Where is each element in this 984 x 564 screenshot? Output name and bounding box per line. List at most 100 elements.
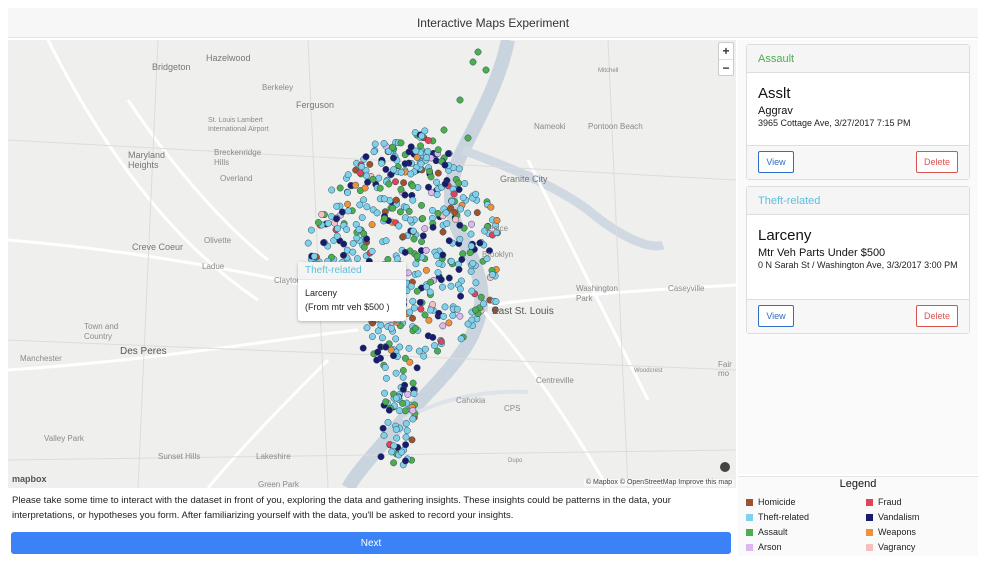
crime-marker[interactable] [457, 335, 465, 343]
crime-marker[interactable] [338, 208, 346, 216]
crime-marker[interactable] [374, 327, 382, 335]
crime-marker[interactable] [456, 312, 464, 320]
crime-marker[interactable] [378, 334, 386, 342]
crime-marker[interactable] [412, 147, 420, 155]
crime-marker[interactable] [374, 348, 382, 356]
crime-marker[interactable] [492, 298, 500, 306]
crime-marker[interactable] [434, 169, 442, 177]
crime-marker[interactable] [377, 453, 385, 461]
crime-marker[interactable] [392, 178, 399, 186]
crime-marker[interactable] [401, 160, 409, 168]
crime-marker[interactable] [371, 140, 379, 148]
crime-marker[interactable] [440, 126, 448, 134]
crime-marker[interactable] [376, 184, 384, 192]
crime-marker[interactable] [459, 194, 467, 202]
crime-marker[interactable] [375, 174, 383, 182]
crime-marker[interactable] [390, 442, 398, 450]
crime-marker[interactable] [402, 457, 409, 465]
crime-marker[interactable] [344, 189, 352, 196]
crime-marker[interactable] [334, 225, 342, 232]
crime-marker[interactable] [433, 191, 441, 199]
crime-marker[interactable] [377, 321, 385, 329]
crime-marker[interactable] [413, 153, 421, 161]
crime-marker[interactable] [449, 312, 457, 319]
crime-marker[interactable] [392, 394, 400, 402]
crime-marker[interactable] [457, 292, 465, 300]
crime-marker[interactable] [344, 171, 352, 179]
crime-marker[interactable] [405, 344, 413, 352]
crime-marker[interactable] [409, 182, 417, 190]
crime-marker[interactable] [382, 165, 390, 173]
crime-marker[interactable] [455, 266, 463, 273]
crime-marker[interactable] [437, 276, 445, 284]
crime-marker[interactable] [417, 160, 425, 168]
crime-marker[interactable] [413, 287, 421, 295]
crime-marker[interactable] [358, 163, 366, 171]
crime-marker[interactable] [402, 420, 410, 427]
crime-marker[interactable] [434, 146, 442, 154]
crime-marker[interactable] [349, 248, 357, 256]
crime-marker[interactable] [456, 96, 464, 104]
crime-marker[interactable] [396, 343, 404, 351]
crime-marker[interactable] [410, 235, 418, 243]
crime-marker[interactable] [464, 134, 472, 142]
crime-marker[interactable] [409, 227, 417, 235]
crime-marker[interactable] [472, 190, 480, 198]
crime-marker[interactable] [304, 239, 312, 247]
crime-marker[interactable] [469, 259, 477, 267]
crime-marker[interactable] [408, 436, 416, 444]
crime-marker[interactable] [439, 228, 447, 236]
crime-marker[interactable] [412, 324, 419, 332]
crime-marker[interactable] [409, 196, 417, 204]
crime-marker[interactable] [431, 342, 438, 350]
crime-marker[interactable] [471, 306, 479, 314]
crime-marker[interactable] [401, 191, 409, 199]
crime-marker[interactable] [381, 364, 389, 371]
crime-marker[interactable] [459, 250, 467, 258]
crime-marker[interactable] [378, 159, 385, 167]
crime-marker[interactable] [453, 305, 461, 313]
crime-marker[interactable] [324, 219, 332, 227]
crime-marker[interactable] [388, 143, 396, 151]
crime-marker[interactable] [424, 147, 432, 155]
crime-marker[interactable] [406, 216, 414, 224]
crime-marker[interactable] [360, 196, 368, 204]
crime-marker[interactable] [310, 252, 318, 260]
crime-marker[interactable] [423, 283, 431, 291]
crime-marker[interactable] [418, 201, 425, 209]
crime-marker[interactable] [328, 186, 336, 194]
map-attribution[interactable]: © Mapbox © OpenStreetMap Improve this ma… [583, 479, 734, 486]
crime-marker[interactable] [352, 181, 360, 189]
crime-marker[interactable] [437, 337, 445, 345]
crime-marker[interactable] [433, 178, 440, 186]
crime-marker[interactable] [333, 202, 341, 210]
crime-marker[interactable] [450, 190, 458, 198]
crime-marker[interactable] [407, 282, 415, 290]
crime-marker[interactable] [399, 233, 407, 241]
crime-marker[interactable] [456, 285, 464, 293]
crime-marker[interactable] [480, 300, 487, 308]
next-button[interactable]: Next [11, 532, 731, 554]
crime-marker[interactable] [379, 424, 387, 432]
crime-marker[interactable] [399, 373, 407, 381]
crime-marker[interactable] [464, 320, 472, 328]
crime-marker[interactable] [433, 252, 441, 260]
crime-marker[interactable] [482, 66, 490, 74]
crime-marker[interactable] [402, 441, 410, 449]
crime-marker[interactable] [373, 209, 381, 217]
crime-marker[interactable] [382, 374, 390, 382]
crime-marker[interactable] [393, 434, 401, 442]
crime-marker[interactable] [441, 180, 449, 188]
crime-marker[interactable] [380, 431, 388, 439]
crime-marker[interactable] [397, 185, 405, 193]
crime-marker[interactable] [384, 418, 392, 426]
crime-marker[interactable] [421, 225, 429, 233]
crime-marker[interactable] [414, 270, 422, 278]
crime-marker[interactable] [472, 279, 480, 287]
crime-marker[interactable] [407, 170, 415, 178]
crime-marker[interactable] [385, 180, 393, 188]
crime-marker[interactable] [358, 214, 366, 222]
crime-marker[interactable] [409, 379, 417, 387]
delete-button[interactable]: Delete [916, 151, 958, 173]
crime-marker[interactable] [404, 269, 412, 277]
